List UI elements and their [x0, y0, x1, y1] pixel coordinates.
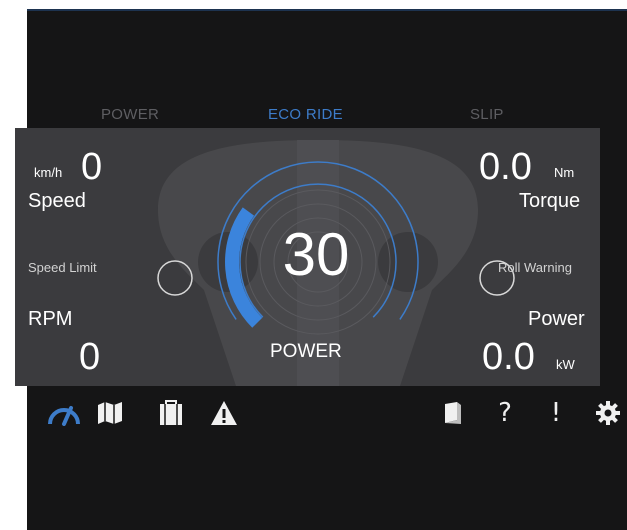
- help-icon[interactable]: ?: [493, 396, 517, 430]
- map-icon[interactable]: [95, 396, 125, 430]
- warning-icon[interactable]: [208, 396, 240, 430]
- roll-warning-label: Roll Warning: [498, 260, 572, 275]
- rpm-value: 0: [79, 336, 101, 378]
- alert-icon[interactable]: !: [546, 396, 566, 430]
- power-value: 0.0: [482, 336, 535, 378]
- power-unit: kW: [556, 357, 575, 372]
- gauge-icon[interactable]: [46, 396, 82, 430]
- torque-label: Torque: [519, 190, 581, 212]
- speed-limit-label: Speed Limit: [28, 260, 97, 275]
- clipboard-icon[interactable]: [156, 396, 186, 430]
- settings-icon[interactable]: [594, 396, 622, 430]
- gauge-value: 30: [282, 221, 350, 288]
- gauge-label: POWER: [270, 341, 342, 362]
- speed-label: Speed: [28, 190, 86, 212]
- torque-unit: Nm: [554, 165, 575, 180]
- power-label: Power: [528, 308, 585, 330]
- speed-unit: km/h: [34, 165, 63, 180]
- rpm-label: RPM: [28, 308, 73, 330]
- speed-value: 0: [81, 146, 103, 188]
- torque-value: 0.0: [479, 146, 532, 188]
- book-icon[interactable]: [440, 396, 466, 430]
- speed-limit-indicator: [157, 260, 193, 296]
